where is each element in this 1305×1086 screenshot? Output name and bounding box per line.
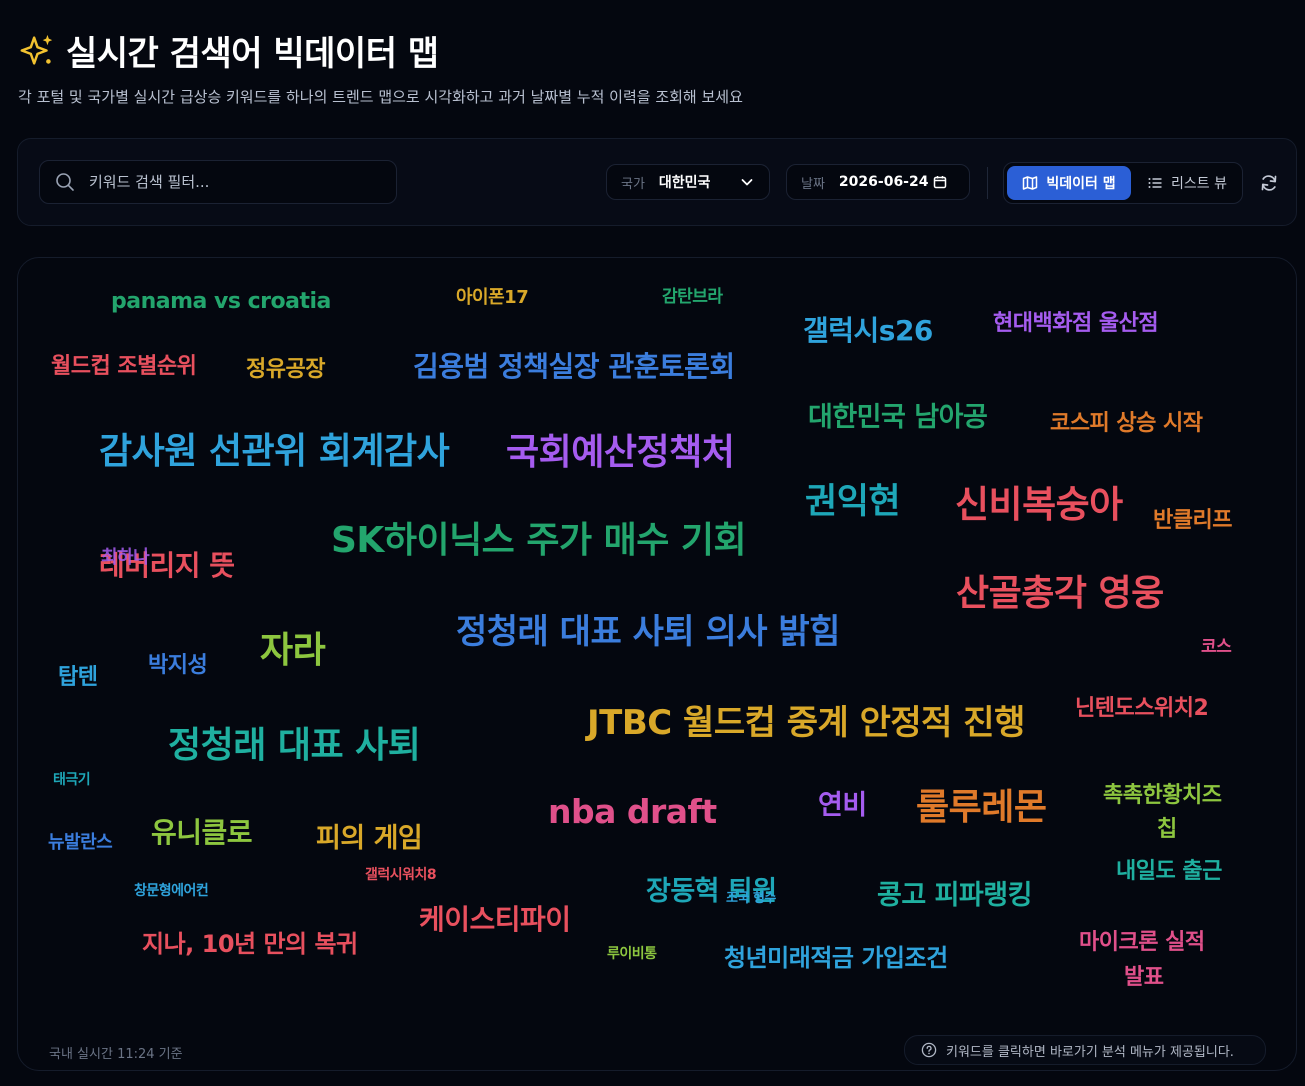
keyword-item[interactable]: panama vs croatia xyxy=(111,291,331,313)
keyword-item[interactable]: 발표 xyxy=(1124,967,1164,989)
view-toggle: 빅데이터 맵 리스트 뷰 xyxy=(1003,162,1243,204)
chevron-down-icon xyxy=(741,179,753,186)
keyword-item[interactable]: 조국 형수 xyxy=(726,892,776,905)
keyword-item[interactable]: 정청래 대표 사퇴 의사 밝힘 xyxy=(456,615,840,649)
keyword-item[interactable]: 산골총각 영웅 xyxy=(956,576,1164,612)
keyword-item[interactable]: 정청래 대표 사퇴 xyxy=(168,728,421,764)
keyword-item[interactable]: 박지성 xyxy=(148,655,208,677)
keyword-item[interactable]: 유니클로 xyxy=(151,819,253,847)
date-label: 날짜 xyxy=(801,176,825,192)
keyword-item[interactable]: 코스피 상승 시작 xyxy=(1050,413,1203,435)
keyword-item[interactable]: 지나, 10년 만의 복귀 xyxy=(142,932,358,956)
keyword-item[interactable]: 탑텐 xyxy=(58,667,98,689)
keyword-item[interactable]: 룰루레몬 xyxy=(916,790,1047,826)
keyword-item[interactable]: 감사원 선관위 회계감사 xyxy=(99,434,450,470)
country-select[interactable]: 국가 대한민국 xyxy=(606,164,770,200)
keyword-item[interactable]: 최하나 xyxy=(101,549,150,567)
hint-text: 키워드를 클릭하면 바로가기 분석 메뉴가 제공됩니다. xyxy=(946,1044,1234,1060)
keyword-item[interactable]: 대한민국 남아공 xyxy=(808,404,988,431)
keyword-item[interactable]: 반클리프 xyxy=(1153,510,1232,532)
keyword-item[interactable]: 아이폰17 xyxy=(456,289,529,307)
keyword-item[interactable]: 감탄브라 xyxy=(662,289,723,306)
refresh-icon[interactable] xyxy=(1259,173,1279,193)
keyword-item[interactable]: 김용범 정책실장 관훈토론회 xyxy=(413,353,735,381)
keyword-item[interactable]: 루이비통 xyxy=(607,947,657,961)
keyword-item[interactable]: 콩고 피파랭킹 xyxy=(877,882,1032,909)
keyword-item[interactable]: 연비 xyxy=(818,792,867,819)
help-icon xyxy=(921,1042,937,1058)
map-icon xyxy=(1023,176,1038,190)
keyword-item[interactable]: 권익현 xyxy=(805,485,901,520)
calendar-icon[interactable] xyxy=(933,175,947,189)
status-text: 국내 실시간 11:24 기준 xyxy=(49,1047,183,1062)
date-picker[interactable]: 날짜 2026-06-24 xyxy=(786,164,970,200)
keyword-item[interactable]: 현대백화점 울산점 xyxy=(993,313,1159,335)
search-box[interactable] xyxy=(39,160,397,204)
keyword-item[interactable]: SK하이닉스 주가 매수 기회 xyxy=(331,523,747,559)
keyword-item[interactable]: 갤럭시s26 xyxy=(803,317,933,345)
search-input[interactable] xyxy=(87,172,371,192)
keyword-item[interactable]: 월드컵 조별순위 xyxy=(51,356,197,378)
keyword-item[interactable]: 청년미래적금 가입조건 xyxy=(724,946,948,970)
sparkle-icon xyxy=(20,34,53,65)
hint-box: 키워드를 클릭하면 바로가기 분석 메뉴가 제공됩니다. xyxy=(904,1035,1266,1065)
keyword-item[interactable]: 촉촉한황치즈 xyxy=(1103,785,1222,807)
list-icon xyxy=(1148,178,1162,188)
keyword-map: 국내 실시간 11:24 기준 키워드를 클릭하면 바로가기 분석 메뉴가 제공… xyxy=(17,257,1297,1071)
keyword-item[interactable]: 신비복숭아 xyxy=(955,486,1123,523)
keyword-item[interactable]: 마이크론 실적 xyxy=(1079,932,1205,954)
page-header: 실시간 검색어 빅데이터 맵 xyxy=(18,26,439,75)
keyword-item[interactable]: 코스 xyxy=(1201,639,1232,656)
page-subtitle: 각 포털 및 국가별 실시간 급상승 키워드를 하나의 트렌드 맵으로 시각화하… xyxy=(18,88,743,106)
keyword-item[interactable]: nba draft xyxy=(548,795,717,828)
keyword-item[interactable]: 닌텐도스위치2 xyxy=(1075,698,1209,720)
keyword-item[interactable]: 태극기 xyxy=(53,773,91,787)
list-view-button[interactable]: 리스트 뷰 xyxy=(1132,166,1242,200)
page-title: 실시간 검색어 빅데이터 맵 xyxy=(66,34,439,74)
search-icon xyxy=(56,173,74,191)
keyword-item[interactable]: 자라 xyxy=(260,633,326,669)
keyword-item[interactable]: 칩 xyxy=(1157,819,1177,841)
map-view-label: 빅데이터 맵 xyxy=(1046,176,1116,192)
toolbar: 국가 대한민국 날짜 2026-06-24 빅데이터 맵 xyxy=(17,138,1297,226)
keyword-item[interactable]: JTBC 월드컵 중계 안정적 진행 xyxy=(587,706,1025,740)
keyword-item[interactable]: 국회예산정책처 xyxy=(506,435,735,471)
keyword-item[interactable]: 정유공장 xyxy=(246,359,325,381)
keyword-item[interactable]: 피의 게임 xyxy=(316,825,423,852)
title-row: 실시간 검색어 빅데이터 맵 xyxy=(18,26,439,75)
keyword-item[interactable]: 뉴발란스 xyxy=(48,834,113,852)
toolbar-divider xyxy=(987,167,988,199)
keyword-item[interactable]: 내일도 출근 xyxy=(1116,861,1222,883)
country-label: 국가 xyxy=(621,176,645,192)
list-view-label: 리스트 뷰 xyxy=(1171,176,1227,192)
keyword-item[interactable]: 갤럭시워치8 xyxy=(365,868,437,882)
country-value: 대한민국 xyxy=(658,175,711,191)
keyword-item[interactable]: 케이스티파이 xyxy=(419,906,571,934)
keyword-item[interactable]: 창문형에어컨 xyxy=(134,884,209,898)
date-value: 2026-06-24 xyxy=(838,174,929,190)
map-view-button[interactable]: 빅데이터 맵 xyxy=(1007,166,1131,200)
